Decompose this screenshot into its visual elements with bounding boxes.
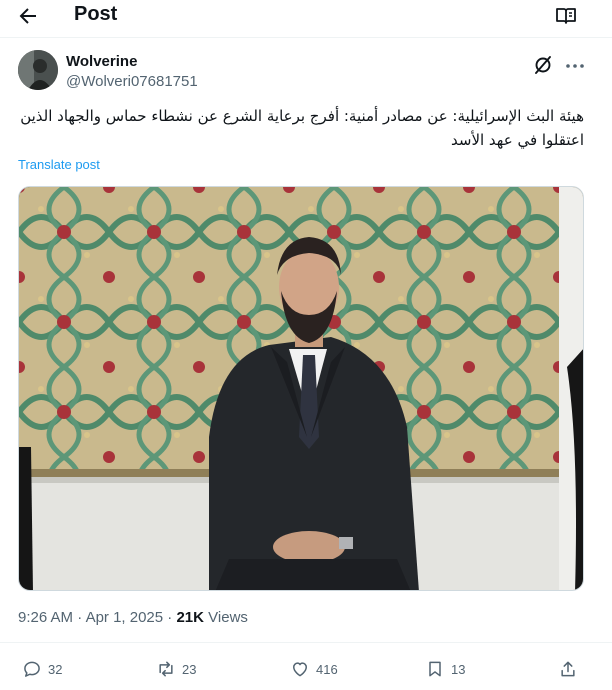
reply-count: 32 (48, 661, 63, 677)
repost-count: 23 (182, 661, 197, 677)
heart-icon (293, 662, 307, 677)
bookmark-button[interactable]: 13 (425, 655, 465, 683)
like-button[interactable]: 416 (290, 655, 338, 683)
post-image[interactable] (18, 186, 584, 591)
bookmark-icon (429, 661, 441, 677)
views-label: Views (208, 609, 248, 626)
action-bar: 32 23 416 13 (0, 655, 612, 683)
photo-man-in-suit (19, 187, 583, 590)
meta-divider (0, 642, 612, 643)
header-divider (0, 37, 612, 38)
views-count: 21K (176, 609, 204, 626)
arrow-left-icon (19, 8, 36, 24)
avatar-image (18, 50, 58, 90)
grok-icon (535, 56, 551, 74)
reader-mode-button[interactable] (554, 4, 578, 28)
more-horizontal-icon (566, 64, 584, 68)
repost-button[interactable]: 23 (156, 655, 196, 683)
post-time[interactable]: 9:26 AM (18, 609, 73, 626)
post-date[interactable]: Apr 1, 2025 (86, 609, 164, 626)
post-meta: 9:26 AM · Apr 1, 2025 · 21K Views (18, 608, 248, 628)
bookmark-count: 13 (451, 661, 466, 677)
meta-separator-2: · (167, 609, 173, 626)
post-text: هيئة البث الإسرائيلية: عن مصادر أمنية: أ… (20, 107, 584, 149)
back-button[interactable] (16, 4, 40, 28)
page-title: Post (74, 3, 118, 25)
reply-button[interactable]: 32 (22, 655, 62, 683)
author-display-name[interactable]: Wolverine (66, 53, 137, 71)
share-icon (561, 661, 575, 677)
avatar[interactable] (18, 50, 58, 90)
meta-separator: · (77, 609, 83, 626)
grok-button[interactable] (532, 54, 554, 76)
author-handle[interactable]: @Wolveri07681751 (66, 73, 198, 91)
book-open-icon (556, 8, 576, 24)
reply-icon (24, 661, 40, 677)
translate-post-link[interactable]: Translate post (18, 157, 100, 172)
share-button[interactable] (558, 655, 578, 683)
repost-icon (159, 661, 173, 677)
top-bar: Post (0, 0, 612, 30)
like-count: 416 (316, 661, 338, 677)
more-options-button[interactable] (564, 55, 586, 77)
